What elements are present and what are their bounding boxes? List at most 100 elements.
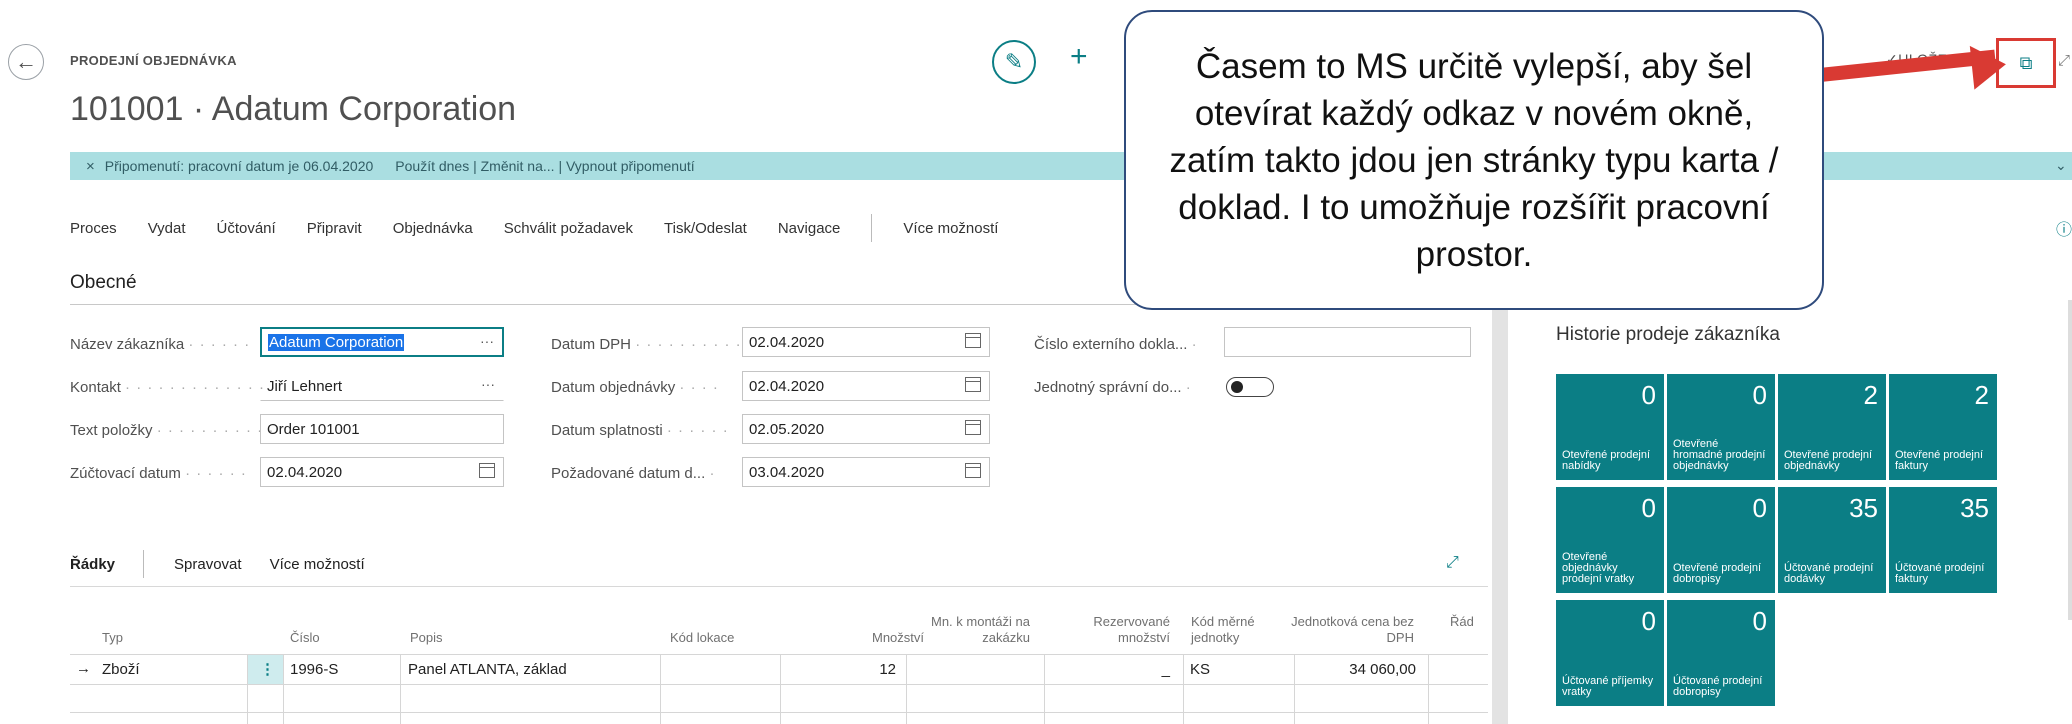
cell-unit-price[interactable]: 34 060,00 [1294,661,1416,678]
tile-open-credit-memos[interactable]: 0 Otevřené prodejní dobropisy [1667,487,1775,593]
action-separator [871,214,873,242]
item-text-value: Order 101001 [267,420,360,438]
lookup-icon[interactable]: ··· [480,333,494,349]
order-date-label: Datum objednávky · · · · [551,379,719,396]
tile-open-invoices[interactable]: 2 Otevřené prodejní faktury [1889,374,1997,480]
col-header-quantity[interactable]: Množství [780,630,924,646]
tile-posted-shipments[interactable]: 35 Účtované prodejní dodávky [1778,487,1886,593]
customer-name-label: Název zákazníka · · · · · · [70,336,251,353]
chevron-down-icon[interactable]: ⌄ [2055,157,2067,174]
col-header-unit-price[interactable]: Jednotková cena bez DPH [1290,614,1414,646]
action-vydat[interactable]: Vydat [148,220,186,237]
action-proces[interactable]: Proces [70,220,117,237]
factbox-splitter[interactable] [1492,300,1508,724]
order-date-field[interactable]: 02.04.2020 [742,371,990,401]
grid-line [400,654,401,724]
posting-date-value: 02.04.2020 [267,463,343,481]
cell-uom[interactable]: KS [1190,661,1210,678]
col-header-reserved[interactable]: Rezervované množství [1060,614,1170,646]
contact-label: Kontakt · · · · · · · · · · · · · · [70,379,277,396]
cell-reserved[interactable]: _ [1044,661,1170,678]
due-date-field[interactable]: 02.05.2020 [742,414,990,444]
external-doc-field[interactable] [1224,327,1471,357]
callout-arrow-head [1969,42,2009,90]
col-header-type[interactable]: Typ [102,630,123,646]
action-pripravit[interactable]: Připravit [307,220,362,237]
back-button[interactable]: ← [8,44,44,80]
tile-label: Otevřené prodejní dobropisy [1673,562,1762,585]
calendar-icon[interactable] [479,463,495,478]
tab-manage[interactable]: Spravovat [174,556,242,573]
action-uctovani[interactable]: Účtování [217,220,276,237]
col-header-number[interactable]: Číslo [290,630,320,646]
customer-name-field[interactable]: Adatum Corporation ··· [260,327,504,357]
expand-icon[interactable]: ⤢ [1446,554,1459,572]
cell-type[interactable]: Zboží [102,661,140,678]
requested-date-label: Požadované datum d... · [551,465,716,482]
tile-posted-invoices[interactable]: 35 Účtované prodejní faktury [1889,487,1997,593]
action-tisk-odeslat[interactable]: Tisk/Odeslat [664,220,747,237]
due-date-value: 02.05.2020 [749,420,825,438]
calendar-icon[interactable] [965,377,981,392]
tile-label: Účtované prodejní faktury [1895,562,1985,585]
cell-number[interactable]: 1996-S [290,661,338,678]
admin-toggle[interactable] [1226,377,1274,397]
row-menu-icon[interactable]: ⋮ [260,660,275,678]
tile-value: 35 [1849,493,1878,523]
calendar-icon[interactable] [965,420,981,435]
col-header-location[interactable]: Kód lokace [670,630,734,646]
col-header-uom[interactable]: Kód měrné jednotky [1191,614,1281,646]
dismiss-reminder-icon[interactable]: × [86,158,95,175]
item-text-field[interactable]: Order 101001 [260,414,504,444]
reminder-links[interactable]: Použít dnes | Změnit na... | Vypnout při… [395,158,694,174]
col-header-assemble[interactable]: Mn. k montáži na zakázku [910,614,1030,646]
cell-quantity[interactable]: 12 [780,661,896,678]
action-schvalit-pozadavek[interactable]: Schválit požadavek [504,220,633,237]
tab-more-options[interactable]: Více možností [270,556,365,573]
tile-label: Otevřené prodejní nabídky [1562,449,1651,472]
grid-line [660,654,661,724]
action-more-options[interactable]: Více možností [903,220,998,237]
grid-line [906,654,907,724]
tile-open-orders[interactable]: 2 Otevřené prodejní objednávky [1778,374,1886,480]
calendar-icon[interactable] [965,463,981,478]
contact-field[interactable]: Jiří Lehnert ··· [260,371,504,401]
posting-date-field[interactable]: 02.04.2020 [260,457,504,487]
col-header-description[interactable]: Popis [410,630,443,646]
factbox-scrollbar[interactable] [2068,300,2072,620]
vat-date-field[interactable]: 02.04.2020 [742,327,990,357]
tile-open-blanket-orders[interactable]: 0 Otevřené hromadné prodejní objednávky [1667,374,1775,480]
edit-button[interactable]: ✎ [992,40,1036,84]
tile-value: 2 [1974,380,1989,410]
info-icon[interactable]: ⓘ [2056,216,2072,240]
tile-posted-credit-memos[interactable]: 0 Účtované prodejní dobropisy [1667,600,1775,706]
reminder-text: Připomenutí: pracovní datum je 06.04.202… [104,158,374,174]
lines-divider [70,586,1488,587]
requested-date-field[interactable]: 03.04.2020 [742,457,990,487]
collapse-icon[interactable]: ⤢ [2058,52,2070,69]
tile-posted-return-receipts[interactable]: 0 Účtované příjemky vratky [1556,600,1664,706]
document-type-label: PRODEJNÍ OBJEDNÁVKA [70,53,237,68]
tile-value: 35 [1960,493,1989,523]
callout-text: Časem to MS určitě vylepší, aby šel otev… [1169,46,1779,274]
tile-label: Otevřené prodejní faktury [1895,449,1984,472]
calendar-icon[interactable] [965,333,981,348]
tile-value: 0 [1641,606,1656,636]
contact-value: Jiří Lehnert [267,377,343,395]
cell-description[interactable]: Panel ATLANTA, základ [408,661,567,678]
lookup-icon[interactable]: ··· [481,376,495,392]
back-arrow-icon: ← [15,49,37,74]
tile-open-return-orders[interactable]: 0 Otevřené objednávky prodejní vratky [1556,487,1664,593]
factbox-title: Historie prodeje zákazníka [1556,324,1780,345]
action-objednavka[interactable]: Objednávka [393,220,473,237]
order-date-value: 02.04.2020 [749,377,825,395]
tile-open-quotes[interactable]: 0 Otevřené prodejní nabídky [1556,374,1664,480]
open-in-new-window-icon: ⧉ [2019,52,2033,73]
tile-label: Účtované prodejní dobropisy [1673,675,1763,698]
new-button[interactable]: + [1070,40,1088,74]
row-arrow-icon: → [76,660,91,677]
tab-lines[interactable]: Řádky [70,556,115,573]
col-header-line[interactable]: Řád [1450,614,1474,630]
due-date-label: Datum splatnosti · · · · · · [551,422,729,439]
action-navigace[interactable]: Navigace [778,220,841,237]
